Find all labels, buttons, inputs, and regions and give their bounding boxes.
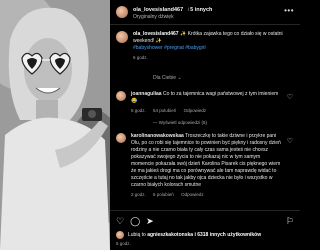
post-header: ola_lovesisland467 i 5 innych Oryginalny… xyxy=(110,0,300,24)
comment-likes[interactable]: 54 polubień xyxy=(153,108,176,113)
coauthors-link[interactable]: 5 innych xyxy=(190,7,212,13)
audio-label[interactable]: Oryginalny dźwięk xyxy=(133,14,212,21)
comment-avatar[interactable] xyxy=(116,133,126,143)
comment-meta: 2 godz. 6 polubień Odpowiedz xyxy=(131,191,281,198)
author-username[interactable]: ola_lovesisland467 xyxy=(133,7,183,13)
comment-reply-button[interactable]: Odpowiedz xyxy=(184,108,207,113)
more-horizontal-icon[interactable]: ••• xyxy=(284,6,294,15)
comment-icon[interactable]: ◯ xyxy=(130,216,140,227)
comment-item: karolinanowakowskaa Troszeczkę to takie … xyxy=(110,125,300,198)
caption-sparkle-icon: ✨ xyxy=(179,31,187,37)
likes-prefix: Lubią to xyxy=(128,232,146,238)
comment-reply-button[interactable]: Odpowiedz xyxy=(181,192,204,197)
comment-meta: 5 godz. 54 polubień Odpowiedz xyxy=(131,107,281,114)
bookmark-icon[interactable]: ⚐ xyxy=(286,216,294,227)
comment-heart-icon[interactable]: ♡ xyxy=(287,137,293,145)
comment-item: joannaguliaa Co to za tajemnica wagi pań… xyxy=(110,81,300,114)
post-photo[interactable] xyxy=(0,0,110,250)
post-actions-bar: ♡ ◯ ➤ ⚐ Lubią to agnieszkakotonska i 631… xyxy=(110,210,300,250)
heart-icon[interactable]: ♡ xyxy=(116,216,124,227)
comment-body: karolinanowakowskaa Troszeczkę to takie … xyxy=(131,133,281,198)
caption-sparkle-icon-2: ✨ xyxy=(155,38,163,44)
comment-emoji: 😂 xyxy=(131,98,138,104)
view-replies-link[interactable]: — Wyświetl odpowiedzi (5) xyxy=(110,114,300,125)
comment-text: Troszeczkę to takie dziwne i przykre pan… xyxy=(131,133,281,188)
comment-username[interactable]: karolinanowakowskaa xyxy=(131,133,184,139)
share-icon[interactable]: ➤ xyxy=(146,216,154,227)
instagram-post-view: ola_lovesisland467 i 5 innych Oryginalny… xyxy=(0,0,300,250)
caption-username[interactable]: ola_lovesisland467 xyxy=(133,31,179,37)
likes-user[interactable]: agnieszkakotonska xyxy=(147,232,193,238)
woman-photo-illustration xyxy=(0,0,110,250)
caption-avatar[interactable] xyxy=(116,31,128,43)
comment-username[interactable]: joannaguliaa xyxy=(131,91,162,97)
header-text: ola_lovesisland467 i 5 innych Oryginalny… xyxy=(133,3,212,21)
caption-time: 6 godz. xyxy=(133,55,148,60)
post-date: 5 godz. xyxy=(116,241,131,246)
likes-summary: Lubią to agnieszkakotonska i 6318 innych… xyxy=(110,227,300,239)
likes-count[interactable]: i 6318 innych użytkowników xyxy=(194,232,261,238)
for-you-dropdown[interactable]: Dla Ciebie ⌄ xyxy=(110,61,300,81)
comment-heart-icon[interactable]: ♡ xyxy=(287,93,293,101)
comment-text: Co to za tajemnica wagi państwowej z tym… xyxy=(162,91,279,97)
action-icons: ♡ ◯ ➤ ⚐ xyxy=(110,211,300,227)
caption-body: ola_lovesisland467 ✨ Krótka zajawka tego… xyxy=(133,31,294,61)
comment-likes[interactable]: 6 polubień xyxy=(153,192,174,197)
comment-avatar[interactable] xyxy=(116,91,126,101)
header-user-line: ola_lovesisland467 i 5 innych xyxy=(133,3,212,14)
comment-time: 2 godz. xyxy=(131,192,146,197)
post-details-panel: ola_lovesisland467 i 5 innych Oryginalny… xyxy=(110,0,300,250)
liker-avatar[interactable] xyxy=(116,231,124,239)
comment-body: joannaguliaa Co to za tajemnica wagi pań… xyxy=(131,91,281,114)
author-avatar[interactable] xyxy=(116,6,128,18)
caption-hashtags[interactable]: #babyshower #pregnat #babygirl xyxy=(133,45,206,51)
post-caption: ola_lovesisland467 ✨ Krótka zajawka tego… xyxy=(110,25,300,61)
comment-time: 5 godz. xyxy=(131,108,146,113)
